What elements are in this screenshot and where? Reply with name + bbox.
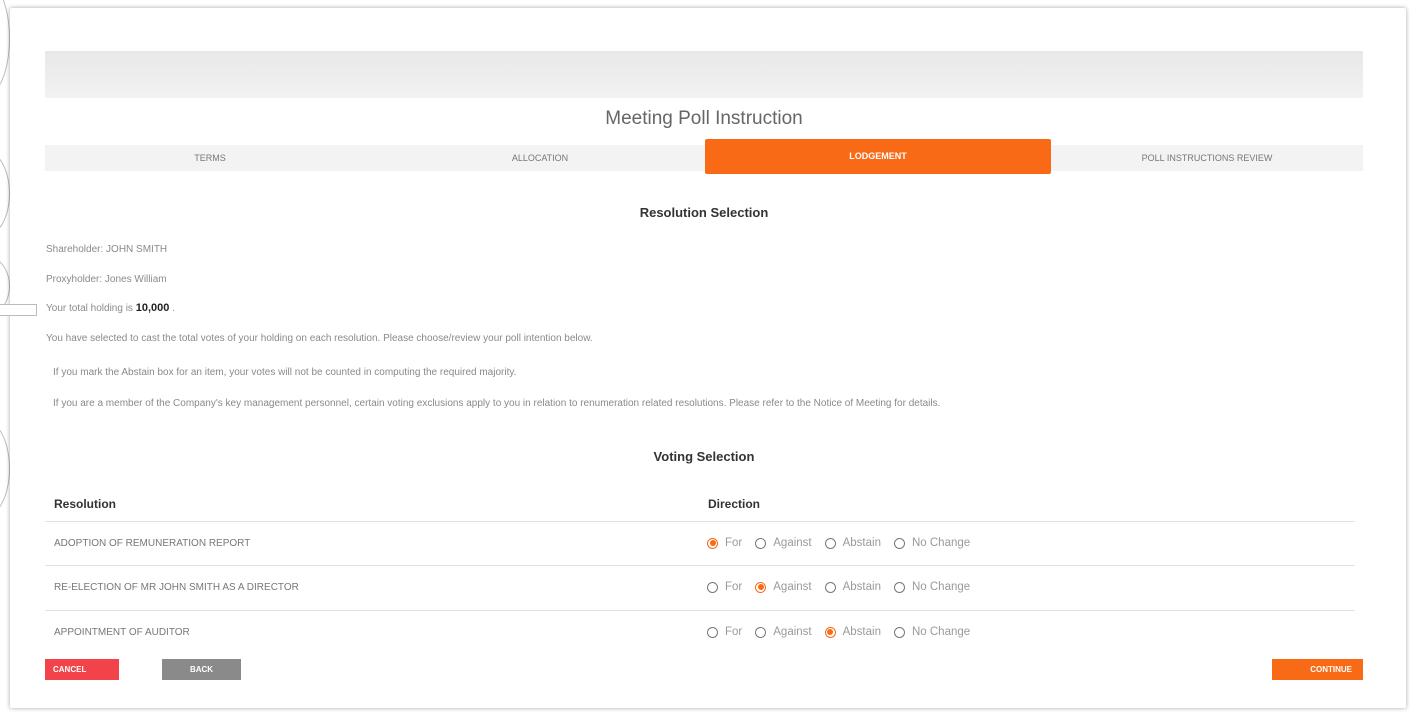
table-row: APPOINTMENT OF AUDITOR For Against Abstain N…	[45, 610, 1355, 655]
option-for[interactable]: For	[707, 626, 742, 638]
direction-options: For Against Abstain No Change	[707, 579, 983, 595]
decorative-arc	[0, 150, 10, 237]
voting-selection-heading: Voting Selection	[653, 449, 755, 464]
abstain-notice: If you mark the Abstain box for an item,…	[53, 367, 517, 378]
option-abstain[interactable]: Abstain	[824, 537, 881, 549]
cancel-button[interactable]: CANCEL	[45, 659, 119, 680]
radio-button[interactable]	[824, 626, 836, 638]
holding-value: 10,000	[135, 302, 170, 314]
step-tabs: TERMS ALLOCATION LODGEMENT POLL INSTRUCT…	[45, 139, 1363, 174]
decorative-box	[0, 304, 37, 316]
radio-button[interactable]	[755, 581, 767, 593]
step-terms[interactable]: TERMS	[45, 145, 375, 171]
option-label: Against	[773, 581, 812, 593]
radio-button[interactable]	[707, 537, 718, 549]
table-row: ADOPTION OF REMUNERATION REPORT For Agains…	[45, 521, 1355, 566]
resolution-label: APPOINTMENT OF AUDITOR	[54, 627, 190, 638]
step-lodgement[interactable]: LODGEMENT	[705, 139, 1051, 174]
option-label: Against	[773, 626, 812, 638]
radio-button[interactable]	[824, 581, 836, 593]
option-no-change[interactable]: No Change	[893, 537, 971, 549]
direction-options: For Against Abstain No Change	[707, 624, 983, 640]
step-allocation[interactable]: ALLOCATION	[375, 145, 705, 171]
radio-button[interactable]	[893, 537, 905, 549]
back-button[interactable]: BACK	[162, 659, 241, 680]
kmp-notice: If you are a member of the Company's key…	[53, 398, 941, 409]
option-abstain[interactable]: Abstain	[824, 626, 881, 638]
radio-button[interactable]	[893, 626, 905, 638]
radio-button[interactable]	[755, 626, 767, 638]
holding-prefix: Your total holding is	[46, 303, 136, 314]
holding-suffix: .	[169, 303, 175, 314]
option-no-change[interactable]: No Change	[893, 626, 971, 638]
option-label: For	[725, 537, 743, 549]
radio-button[interactable]	[893, 581, 905, 593]
direction-column-header: Direction	[708, 497, 761, 511]
resolution-column-header: Resolution	[54, 497, 116, 511]
option-no-change[interactable]: No Change	[893, 581, 971, 593]
decorative-arc	[0, 0, 10, 97]
option-against[interactable]: Against	[755, 581, 812, 593]
holding-text: Your total holding is 10,000 .	[46, 302, 175, 314]
option-label: For	[725, 581, 743, 593]
resolution-label: RE-ELECTION OF MR JOHN SMITH AS A DIRECT…	[54, 582, 299, 593]
cast-votes-notice: You have selected to cast the total vote…	[46, 333, 593, 344]
option-label: No Change	[911, 581, 971, 593]
option-for[interactable]: For	[707, 537, 742, 549]
option-abstain[interactable]: Abstain	[824, 581, 881, 593]
option-for[interactable]: For	[707, 581, 742, 593]
radio-button[interactable]	[707, 581, 718, 593]
table-row: RE-ELECTION OF MR JOHN SMITH AS A DIRECT…	[45, 565, 1355, 610]
option-label: No Change	[911, 537, 971, 549]
step-poll-instructions-review[interactable]: POLL INSTRUCTIONS REVIEW	[1051, 145, 1363, 171]
page-title: Meeting Poll Instruction	[605, 108, 803, 129]
header-band	[45, 51, 1363, 98]
option-label: Against	[773, 537, 812, 549]
direction-options: For Against Abstain No Change	[707, 535, 983, 551]
option-against[interactable]: Against	[755, 626, 812, 638]
option-label: Abstain	[842, 626, 881, 638]
proxyholder-text: Proxyholder: Jones William	[46, 274, 167, 285]
option-against[interactable]: Against	[755, 537, 812, 549]
decorative-arc	[0, 420, 10, 517]
option-label: For	[725, 626, 743, 638]
option-label: No Change	[911, 626, 971, 638]
resolution-selection-heading: Resolution Selection	[639, 205, 769, 220]
radio-button[interactable]	[755, 537, 767, 549]
resolution-label: ADOPTION OF REMUNERATION REPORT	[54, 538, 251, 549]
shareholder-text: Shareholder: JOHN SMITH	[46, 244, 168, 255]
option-label: Abstain	[842, 537, 881, 549]
radio-button[interactable]	[824, 537, 836, 549]
continue-button[interactable]: CONTINUE	[1272, 659, 1363, 680]
radio-button[interactable]	[707, 626, 718, 638]
option-label: Abstain	[842, 581, 881, 593]
